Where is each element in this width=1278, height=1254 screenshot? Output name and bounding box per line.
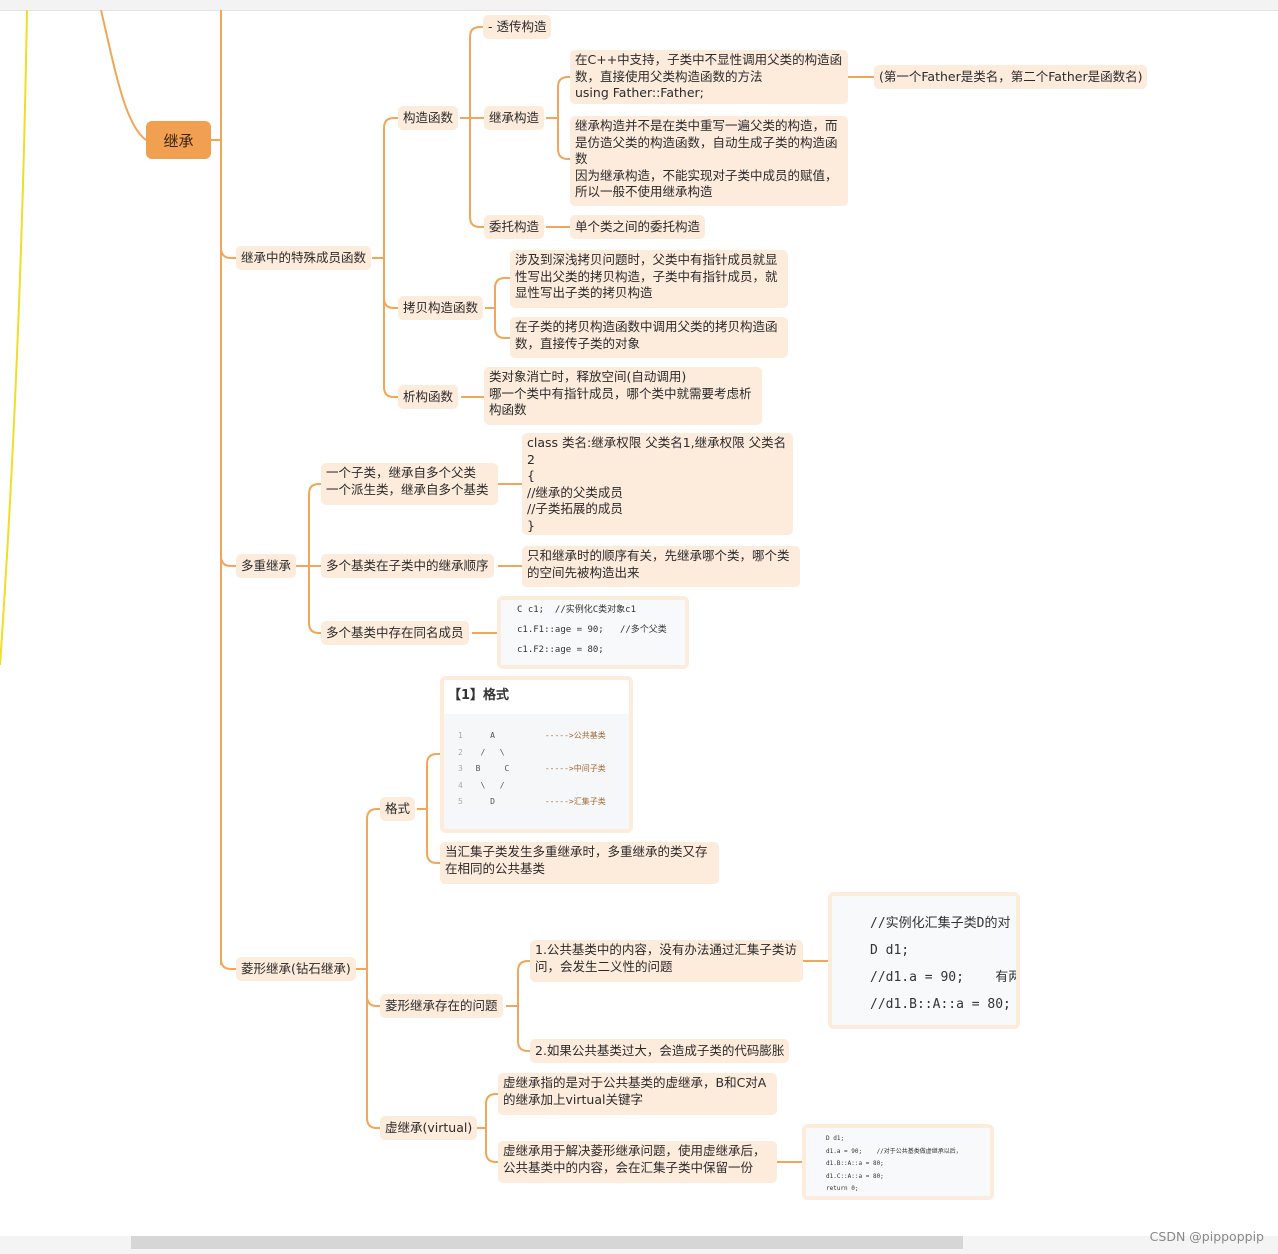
format-row: 3 B C ----->中间子类 <box>458 761 629 778</box>
note-inherit-order[interactable]: 只和继承时的顺序有关，先继承哪个类，哪个类 的空间先被构造出来 <box>522 546 800 587</box>
note-copy-ctor-deep-shallow[interactable]: 涉及到深浅拷贝问题时，父类中有指针成员就显 性写出父类的拷贝构造，子类中有指针成… <box>510 250 788 308</box>
yellow-branch-line <box>0 9 28 666</box>
note-virtual-purpose[interactable]: 虚继承用于解决菱形继承问题，使用虚继承后， 公共基类中的内容，会在汇集子类中保留… <box>498 1141 777 1183</box>
note-copy-ctor-call[interactable]: 在子类的拷贝构造函数中调用父类的拷贝构造函 数，直接传子类的对象 <box>510 317 788 358</box>
virtual_code-code-line: d1.C::A::a = 80; <box>826 1172 884 1180</box>
node-inherit-order[interactable]: 多个基类在子类中的继承顺序 <box>321 554 494 578</box>
note-class-syntax[interactable]: class 类名:继承权限 父类名1,继承权限 父类名2 { //继承的父类成员… <box>522 433 793 535</box>
format-row-diagram: D <box>470 797 495 806</box>
same_name-code-line: c1.F1::age = 90; //多个父类 <box>517 625 667 635</box>
diamond_code-code-line: //实例化汇集子类D的对 <box>870 916 1011 931</box>
note-problem-bloat[interactable]: 2.如果公共基类过大，会造成子类的代码膨胀 <box>530 1039 790 1063</box>
note-father-names[interactable]: (第一个Father是类名，第二个Father是函数名) <box>874 65 1148 89</box>
note-problem-ambiguity[interactable]: 1.公共基类中的内容，没有办法通过汇集子类访 问，会发生二义性的问题 <box>530 940 803 982</box>
diamond_code-code-line: D d1; <box>870 943 910 958</box>
node-transparent-ctor[interactable]: - 透传构造 <box>483 15 552 39</box>
virtual_code-code-line: return 0; <box>826 1185 859 1192</box>
virtual_code-code-line: d1.B::A::a = 80; <box>826 1160 884 1167</box>
diamond_code-code-line: //d1.B::A::a = 80; <box>870 997 1011 1012</box>
format-row: 5 D ----->汇集子类 <box>458 794 629 811</box>
node-same-name-members[interactable]: 多个基类中存在同名成员 <box>321 621 469 645</box>
node-multi-parents[interactable]: 一个子类，继承自多个父类 一个派生类，继承自多个基类 <box>321 463 498 505</box>
node-copy-ctor[interactable]: 拷贝构造函数 <box>398 296 484 320</box>
note-delegate-ctor[interactable]: 单个类之间的委托构造 <box>570 215 706 239</box>
node-diamond-inheritance[interactable]: 菱形继承(钻石继承) <box>236 957 356 981</box>
node-constructor[interactable]: 构造函数 <box>398 106 459 130</box>
format-row: 2 / \ <box>458 745 629 762</box>
code-image-same-name: C c1; //实例化C类对象c1c1.F1::age = 90; //多个父类… <box>497 596 689 669</box>
virtual_code-code-line: d1.a = 90; //对于公共基类做虚继承以后， <box>826 1147 962 1155</box>
image-diamond-format: 【1】格式 1 A ----->公共基类 2 / \ 3 B C ----->中间子类 4… <box>440 676 633 833</box>
root-node[interactable]: 继承 <box>146 121 211 159</box>
virtual_code-code-line: D d1; <box>826 1135 845 1142</box>
node-multiple-inheritance[interactable]: 多重继承 <box>236 554 297 578</box>
node-virtual-inheritance[interactable]: 虚继承(virtual) <box>380 1116 478 1140</box>
format-row-diagram: B C <box>470 764 510 773</box>
horizontal-scrollbar[interactable] <box>131 1236 963 1249</box>
same_name-code-line: return 0; <box>517 660 685 665</box>
format-row-label: ----->公共基类 <box>544 731 606 740</box>
code-image-virtual: D d1;d1.a = 90; //对于公共基类做虚继承以后，d1.B::A::… <box>802 1124 994 1200</box>
node-delegate-ctor[interactable]: 委托构造 <box>484 215 545 239</box>
node-inherit-ctor[interactable]: 继承构造 <box>484 106 545 130</box>
node-format[interactable]: 格式 <box>380 797 416 821</box>
same_name-code-line: c1.F2::age = 80; <box>517 645 604 655</box>
note-diamond-format[interactable]: 当汇集子类发生多重继承时，多重继承的类又存 在相同的公共基类 <box>440 842 719 884</box>
node-destructor[interactable]: 析构函数 <box>398 385 459 409</box>
format-image-title: 【1】格式 <box>444 680 629 714</box>
format-row: 1 A ----->公共基类 <box>458 728 629 745</box>
same_name-code-line: C c1; //实例化C类对象c1 <box>517 605 637 615</box>
code-image-diamond: //实例化汇集子类D的对D d1;//d1.a = 90; 有两//d1.B::… <box>828 892 1020 1029</box>
note-destructor[interactable]: 类对象消亡时，释放空间(自动调用) 哪一个类中有指针成员，哪个类中就需要考虑析 … <box>484 367 762 425</box>
format-row-label: ----->中间子类 <box>544 764 606 773</box>
format-row-diagram: \ / <box>470 780 505 790</box>
root-incoming-edge <box>100 9 147 141</box>
note-inherit-ctor-detail[interactable]: 继承构造并不是在类中重写一遍父类的构造，而 是仿造父类的构造函数，自动生成子类的… <box>570 116 848 206</box>
format-row: 4 \ / <box>458 778 629 795</box>
format-row-diagram: A <box>470 731 495 740</box>
node-diamond-problems[interactable]: 菱形继承存在的问题 <box>380 994 503 1018</box>
diamond_code-code-line: //d1.a = 90; 有两 <box>870 970 1016 985</box>
note-inherit-ctor-usage[interactable]: 在C++中支持，子类中不显性调用父类的构造函 数，直接使用父类构造函数的方法 u… <box>570 50 848 104</box>
format-row-label: ----->汇集子类 <box>544 797 606 806</box>
format-row-diagram: / \ <box>470 747 505 757</box>
node-special-members[interactable]: 继承中的特殊成员函数 <box>236 246 372 270</box>
note-virtual-definition[interactable]: 虚继承指的是对于公共基类的虚继承，B和C对A 的继承加上virtual关键字 <box>498 1073 777 1115</box>
watermark: CSDN @pippoppip <box>1149 1229 1264 1244</box>
